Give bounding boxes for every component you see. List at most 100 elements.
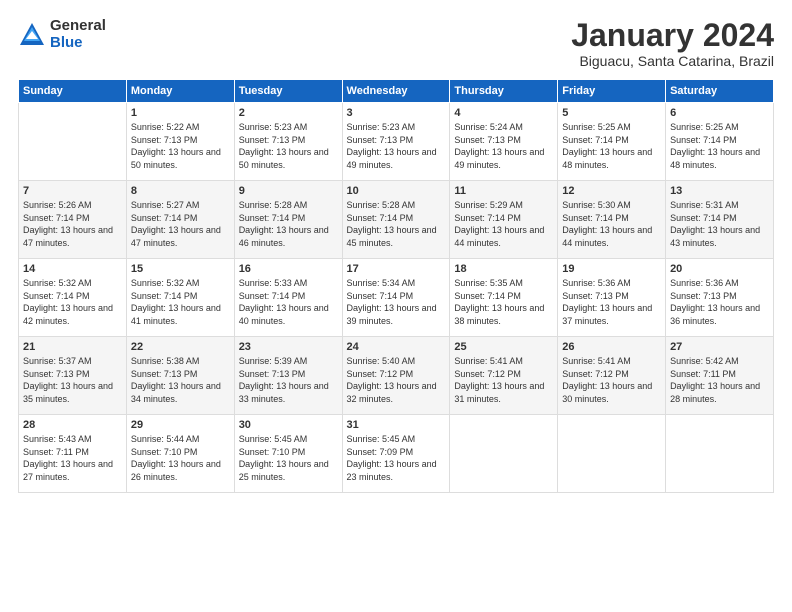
day-number: 30 xyxy=(239,419,338,431)
day-number: 10 xyxy=(347,185,446,197)
day-cell: 5Sunrise: 5:25 AM Sunset: 7:14 PM Daylig… xyxy=(558,103,666,181)
col-saturday: Saturday xyxy=(666,80,774,103)
day-info: Sunrise: 5:43 AM Sunset: 7:11 PM Dayligh… xyxy=(23,433,122,483)
logo-text: General Blue xyxy=(50,18,106,51)
calendar-subtitle: Biguacu, Santa Catarina, Brazil xyxy=(571,53,774,69)
day-number: 20 xyxy=(670,263,769,275)
day-info: Sunrise: 5:37 AM Sunset: 7:13 PM Dayligh… xyxy=(23,355,122,405)
day-info: Sunrise: 5:24 AM Sunset: 7:13 PM Dayligh… xyxy=(454,121,553,171)
day-number: 9 xyxy=(239,185,338,197)
day-cell: 11Sunrise: 5:29 AM Sunset: 7:14 PM Dayli… xyxy=(450,181,558,259)
week-row-4: 21 Sunrise: 5:37 AM Sunset: 7:13 PM Dayli… xyxy=(19,337,774,415)
day-info: Sunrise: 5:45 AM Sunset: 7:10 PM Dayligh… xyxy=(239,433,338,483)
day-number: 22 xyxy=(131,341,230,353)
day-cell: 15Sunrise: 5:32 AM Sunset: 7:14 PM Dayli… xyxy=(126,259,234,337)
day-number: 7 xyxy=(23,185,122,197)
day-info: Sunrise: 5:41 AM Sunset: 7:12 PM Dayligh… xyxy=(562,355,661,405)
day-info: Sunrise: 5:36 AM Sunset: 7:13 PM Dayligh… xyxy=(562,277,661,327)
col-wednesday: Wednesday xyxy=(342,80,450,103)
day-cell: 3 Sunrise: 5:23 AM Sunset: 7:13 PM Daylig… xyxy=(342,103,450,181)
week-row-1: 1 Sunrise: 5:22 AM Sunset: 7:13 PM Daylig… xyxy=(19,103,774,181)
day-info: Sunrise: 5:29 AM Sunset: 7:14 PM Dayligh… xyxy=(454,199,553,249)
day-cell: 8 Sunrise: 5:27 AM Sunset: 7:14 PM Daylig… xyxy=(126,181,234,259)
day-number: 4 xyxy=(454,107,553,119)
day-cell: 2Sunrise: 5:23 AM Sunset: 7:13 PM Daylig… xyxy=(234,103,342,181)
day-number: 18 xyxy=(454,263,553,275)
logo: General Blue xyxy=(18,18,106,51)
day-cell: 20 Sunrise: 5:36 AM Sunset: 7:13 PM Dayli… xyxy=(666,259,774,337)
day-cell: 7 Sunrise: 5:26 AM Sunset: 7:14 PM Daylig… xyxy=(19,181,127,259)
day-cell: 22 Sunrise: 5:38 AM Sunset: 7:13 PM Dayli… xyxy=(126,337,234,415)
day-number: 8 xyxy=(131,185,230,197)
day-cell: 13 Sunrise: 5:31 AM Sunset: 7:14 PM Dayli… xyxy=(666,181,774,259)
header-row: Sunday Monday Tuesday Wednesday Thursday… xyxy=(19,80,774,103)
day-number: 29 xyxy=(131,419,230,431)
day-cell xyxy=(666,415,774,493)
day-info: Sunrise: 5:31 AM Sunset: 7:14 PM Dayligh… xyxy=(670,199,769,249)
day-cell: 25 Sunrise: 5:41 AM Sunset: 7:12 PM Dayli… xyxy=(450,337,558,415)
col-friday: Friday xyxy=(558,80,666,103)
day-number: 16 xyxy=(239,263,338,275)
day-cell: 19 Sunrise: 5:36 AM Sunset: 7:13 PM Dayli… xyxy=(558,259,666,337)
day-info: Sunrise: 5:44 AM Sunset: 7:10 PM Dayligh… xyxy=(131,433,230,483)
day-number: 24 xyxy=(347,341,446,353)
header: General Blue January 2024 Biguacu, Santa… xyxy=(18,18,774,69)
day-number: 21 xyxy=(23,341,122,353)
day-cell: 31Sunrise: 5:45 AM Sunset: 7:09 PM Dayli… xyxy=(342,415,450,493)
day-info: Sunrise: 5:26 AM Sunset: 7:14 PM Dayligh… xyxy=(23,199,122,249)
day-cell: 16Sunrise: 5:33 AM Sunset: 7:14 PM Dayli… xyxy=(234,259,342,337)
day-number: 28 xyxy=(23,419,122,431)
col-monday: Monday xyxy=(126,80,234,103)
day-number: 27 xyxy=(670,341,769,353)
day-number: 1 xyxy=(131,107,230,119)
day-cell: 9Sunrise: 5:28 AM Sunset: 7:14 PM Daylig… xyxy=(234,181,342,259)
day-cell: 4 Sunrise: 5:24 AM Sunset: 7:13 PM Daylig… xyxy=(450,103,558,181)
day-info: Sunrise: 5:32 AM Sunset: 7:14 PM Dayligh… xyxy=(131,277,230,327)
day-cell xyxy=(558,415,666,493)
day-cell: 17 Sunrise: 5:34 AM Sunset: 7:14 PM Dayli… xyxy=(342,259,450,337)
day-info: Sunrise: 5:22 AM Sunset: 7:13 PM Dayligh… xyxy=(131,121,230,171)
day-number: 3 xyxy=(347,107,446,119)
day-cell: 26Sunrise: 5:41 AM Sunset: 7:12 PM Dayli… xyxy=(558,337,666,415)
day-number: 12 xyxy=(562,185,661,197)
col-tuesday: Tuesday xyxy=(234,80,342,103)
day-cell: 28 Sunrise: 5:43 AM Sunset: 7:11 PM Dayli… xyxy=(19,415,127,493)
day-cell: 14 Sunrise: 5:32 AM Sunset: 7:14 PM Dayli… xyxy=(19,259,127,337)
day-info: Sunrise: 5:32 AM Sunset: 7:14 PM Dayligh… xyxy=(23,277,122,327)
day-cell: 29 Sunrise: 5:44 AM Sunset: 7:10 PM Dayli… xyxy=(126,415,234,493)
week-row-5: 28 Sunrise: 5:43 AM Sunset: 7:11 PM Dayli… xyxy=(19,415,774,493)
day-info: Sunrise: 5:28 AM Sunset: 7:14 PM Dayligh… xyxy=(347,199,446,249)
day-cell: 10 Sunrise: 5:28 AM Sunset: 7:14 PM Dayli… xyxy=(342,181,450,259)
day-info: Sunrise: 5:27 AM Sunset: 7:14 PM Dayligh… xyxy=(131,199,230,249)
day-info: Sunrise: 5:36 AM Sunset: 7:13 PM Dayligh… xyxy=(670,277,769,327)
day-cell: 21 Sunrise: 5:37 AM Sunset: 7:13 PM Dayli… xyxy=(19,337,127,415)
day-cell: 23 Sunrise: 5:39 AM Sunset: 7:13 PM Dayli… xyxy=(234,337,342,415)
day-number: 31 xyxy=(347,419,446,431)
logo-general-text: General xyxy=(50,18,106,35)
calendar-page: General Blue January 2024 Biguacu, Santa… xyxy=(0,0,792,612)
week-row-2: 7 Sunrise: 5:26 AM Sunset: 7:14 PM Daylig… xyxy=(19,181,774,259)
day-number: 23 xyxy=(239,341,338,353)
day-number: 6 xyxy=(670,107,769,119)
day-number: 13 xyxy=(670,185,769,197)
day-cell: 1 Sunrise: 5:22 AM Sunset: 7:13 PM Daylig… xyxy=(126,103,234,181)
col-thursday: Thursday xyxy=(450,80,558,103)
day-info: Sunrise: 5:42 AM Sunset: 7:11 PM Dayligh… xyxy=(670,355,769,405)
logo-blue-text: Blue xyxy=(50,35,106,52)
day-info: Sunrise: 5:38 AM Sunset: 7:13 PM Dayligh… xyxy=(131,355,230,405)
day-info: Sunrise: 5:39 AM Sunset: 7:13 PM Dayligh… xyxy=(239,355,338,405)
day-info: Sunrise: 5:23 AM Sunset: 7:13 PM Dayligh… xyxy=(239,121,338,171)
day-info: Sunrise: 5:41 AM Sunset: 7:12 PM Dayligh… xyxy=(454,355,553,405)
day-number: 14 xyxy=(23,263,122,275)
day-info: Sunrise: 5:35 AM Sunset: 7:14 PM Dayligh… xyxy=(454,277,553,327)
day-number: 17 xyxy=(347,263,446,275)
day-cell: 27 Sunrise: 5:42 AM Sunset: 7:11 PM Dayli… xyxy=(666,337,774,415)
day-info: Sunrise: 5:23 AM Sunset: 7:13 PM Dayligh… xyxy=(347,121,446,171)
day-number: 19 xyxy=(562,263,661,275)
day-cell: 12Sunrise: 5:30 AM Sunset: 7:14 PM Dayli… xyxy=(558,181,666,259)
day-info: Sunrise: 5:25 AM Sunset: 7:14 PM Dayligh… xyxy=(562,121,661,171)
day-info: Sunrise: 5:25 AM Sunset: 7:14 PM Dayligh… xyxy=(670,121,769,171)
day-cell: 6 Sunrise: 5:25 AM Sunset: 7:14 PM Daylig… xyxy=(666,103,774,181)
day-number: 25 xyxy=(454,341,553,353)
day-info: Sunrise: 5:34 AM Sunset: 7:14 PM Dayligh… xyxy=(347,277,446,327)
